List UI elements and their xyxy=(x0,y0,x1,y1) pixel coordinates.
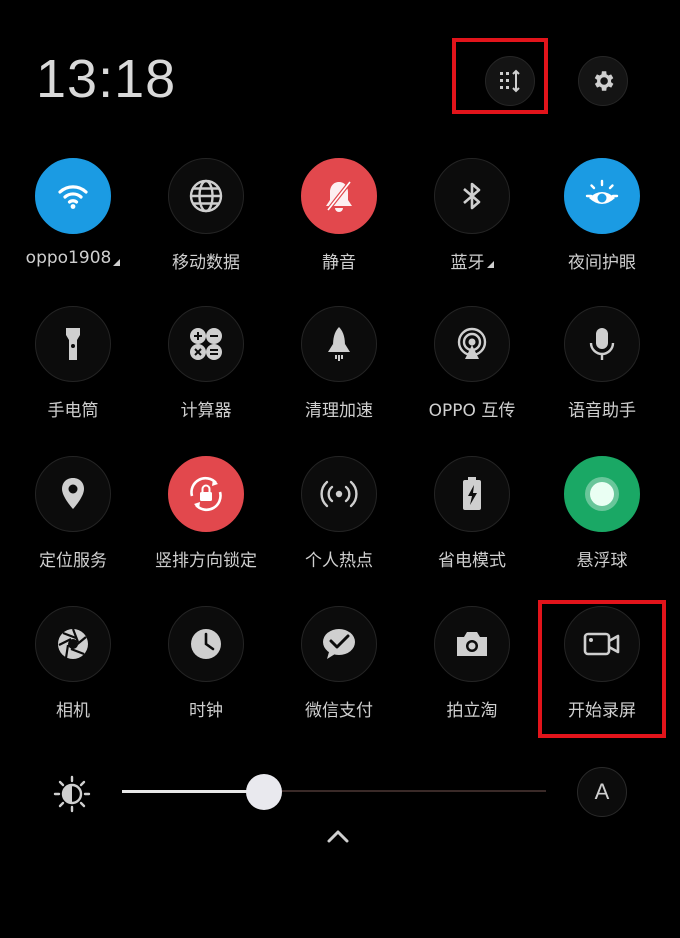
tile-flashlight[interactable]: 手电筒 xyxy=(18,306,128,446)
tile-wechat-pay-label: 微信支付 xyxy=(305,701,373,721)
wifi-icon xyxy=(58,185,88,209)
tile-pailitao[interactable]: 拍立淘 xyxy=(417,606,527,746)
tile-camera-label: 相机 xyxy=(56,701,90,721)
tile-location-circle xyxy=(35,456,111,532)
tile-floating-ball-circle xyxy=(564,456,640,532)
tile-cleanup-boost-label: 清理加速 xyxy=(305,401,373,421)
tile-pailitao-label: 拍立淘 xyxy=(446,701,498,721)
tile-voice-assistant-circle xyxy=(564,306,640,382)
tile-wechat-pay-circle xyxy=(301,606,377,682)
tile-oppo-share[interactable]: OPPO 互传 xyxy=(417,306,527,446)
tile-hotspot-circle xyxy=(301,456,377,532)
tile-location-label: 定位服务 xyxy=(39,551,107,571)
tile-calculator[interactable]: 计算器 xyxy=(151,306,261,446)
tile-pailitao-circle xyxy=(434,606,510,682)
tile-power-saving-circle xyxy=(434,456,510,532)
camera-aperture-icon xyxy=(58,628,88,659)
clock-time: 13:18 xyxy=(36,49,177,109)
tile-bluetooth[interactable]: 蓝牙 xyxy=(417,158,527,298)
tile-night-eye-care-label: 夜间护眼 xyxy=(568,253,636,273)
calculator-icon xyxy=(190,328,222,360)
expand-triangle-icon xyxy=(113,258,121,266)
settings-button[interactable] xyxy=(578,56,628,106)
battery-icon xyxy=(463,477,481,510)
tile-bluetooth-label: 蓝牙 xyxy=(450,253,485,273)
tile-flashlight-label: 手电筒 xyxy=(47,401,99,421)
tile-cleanup-boost-circle xyxy=(301,306,377,382)
share-icon xyxy=(457,327,487,359)
brightness-slider-track[interactable] xyxy=(264,790,546,792)
tile-wifi[interactable]: oppo1908 xyxy=(18,158,128,298)
wechat-pay-icon xyxy=(323,629,355,659)
tile-floating-ball-label: 悬浮球 xyxy=(576,551,628,571)
bluetooth-icon xyxy=(463,182,481,210)
flashlight-icon xyxy=(66,328,80,360)
tile-camera-circle xyxy=(35,606,111,682)
tile-hotspot-label: 个人热点 xyxy=(305,551,373,571)
expand-triangle-icon xyxy=(486,261,494,268)
tile-wechat-pay[interactable]: 微信支付 xyxy=(284,606,394,746)
brightness-icon-wrap xyxy=(52,774,92,814)
tile-mobile-data[interactable]: 移动数据 xyxy=(151,158,261,298)
location-pin-icon xyxy=(62,478,84,509)
tile-portrait-lock[interactable]: 竖排方向锁定 xyxy=(151,456,261,596)
tile-mute-label: 静音 xyxy=(322,253,356,273)
tile-location[interactable]: 定位服务 xyxy=(18,456,128,596)
tile-clock-circle xyxy=(168,606,244,682)
tile-hotspot[interactable]: 个人热点 xyxy=(284,456,394,596)
brightness-slider-filled[interactable] xyxy=(122,790,264,793)
tile-portrait-lock-label: 竖排方向锁定 xyxy=(155,551,257,571)
tile-voice-assistant-label: 语音助手 xyxy=(568,401,636,421)
hotspot-icon xyxy=(320,480,358,508)
tile-floating-ball[interactable]: 悬浮球 xyxy=(547,456,657,596)
tile-flashlight-circle xyxy=(35,306,111,382)
bell-off-icon xyxy=(326,180,352,212)
highlight-box-edit xyxy=(452,38,548,114)
globe-icon xyxy=(189,179,223,213)
tile-night-eye-care-circle xyxy=(564,158,640,234)
rocket-icon xyxy=(328,327,350,361)
eye-sun-icon xyxy=(585,179,619,204)
tile-cleanup-boost[interactable]: 清理加速 xyxy=(284,306,394,446)
brightness-icon xyxy=(53,775,91,813)
auto-brightness-button[interactable]: A xyxy=(577,767,627,817)
camera-icon xyxy=(457,632,487,656)
rotation-lock-icon xyxy=(190,476,222,512)
tile-calculator-label: 计算器 xyxy=(180,401,232,421)
collapse-panel-button[interactable] xyxy=(326,828,350,844)
brightness-slider-knob[interactable] xyxy=(246,774,282,810)
tile-mute[interactable]: 静音 xyxy=(284,158,394,298)
tile-mobile-data-label: 移动数据 xyxy=(172,253,240,273)
tile-oppo-share-circle xyxy=(434,306,510,382)
tile-wifi-label: oppo1908 xyxy=(25,248,112,268)
chevron-up-icon xyxy=(327,830,349,843)
microphone-icon xyxy=(589,328,615,360)
tile-camera[interactable]: 相机 xyxy=(18,606,128,746)
floating-ball-icon xyxy=(585,477,619,511)
tile-night-eye-care[interactable]: 夜间护眼 xyxy=(547,158,657,298)
tile-clock-label: 时钟 xyxy=(189,701,223,721)
tile-calculator-circle xyxy=(168,306,244,382)
tile-clock[interactable]: 时钟 xyxy=(151,606,261,746)
highlight-box-screen-record xyxy=(538,600,666,738)
tile-wifi-circle xyxy=(35,158,111,234)
tile-oppo-share-label: OPPO 互传 xyxy=(428,401,516,421)
tile-bluetooth-circle xyxy=(434,158,510,234)
gear-icon xyxy=(594,71,614,91)
tile-mobile-data-circle xyxy=(168,158,244,234)
tile-voice-assistant[interactable]: 语音助手 xyxy=(547,306,657,446)
tile-mute-circle xyxy=(301,158,377,234)
tile-power-saving[interactable]: 省电模式 xyxy=(417,456,527,596)
clock-icon xyxy=(191,629,221,659)
tile-power-saving-label: 省电模式 xyxy=(438,551,506,571)
tile-portrait-lock-circle xyxy=(168,456,244,532)
